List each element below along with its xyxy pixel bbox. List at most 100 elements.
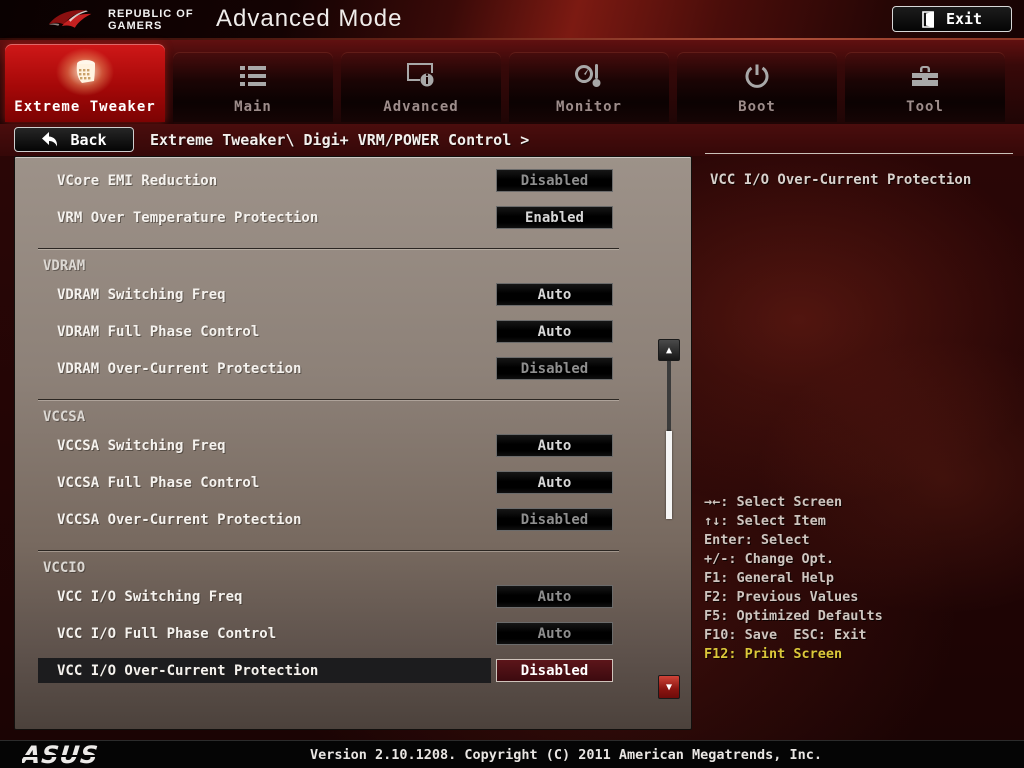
- setting-row[interactable]: VRM Over Temperature Protection Enabled: [15, 199, 691, 236]
- back-arrow-icon: [42, 132, 58, 147]
- setting-row[interactable]: VCCSA Full Phase Control Auto: [15, 464, 691, 501]
- extreme-tweaker-icon: [56, 44, 114, 99]
- shortcut-line: Enter: Select: [704, 532, 810, 548]
- tab-monitor[interactable]: Monitor: [509, 52, 669, 122]
- shortcut-line: F1: General Help: [704, 570, 835, 586]
- setting-value-button[interactable]: Auto: [496, 434, 613, 457]
- footer-bar: ASUS Version 2.10.1208. Copyright (C) 20…: [0, 740, 1024, 768]
- setting-row[interactable]: VCC I/O Switching Freq Auto: [15, 578, 691, 615]
- setting-label-wrap: VCC I/O Switching Freq: [38, 584, 491, 609]
- shortcut-line: F10: Save ESC: Exit: [704, 627, 867, 643]
- rog-eye-icon: [48, 10, 92, 28]
- shortcut-line: F2: Previous Values: [704, 589, 859, 605]
- setting-row[interactable]: VCC I/O Over-Current Protection Disabled: [15, 652, 691, 689]
- setting-label-wrap: VDRAM Over-Current Protection: [38, 356, 491, 381]
- setting-label-wrap: VCC I/O Full Phase Control: [38, 621, 491, 646]
- back-button[interactable]: Back: [14, 127, 134, 152]
- help-panel-top-line: [705, 153, 1013, 154]
- breadcrumb: Extreme Tweaker\ Digi+ VRM/POWER Control…: [150, 131, 530, 149]
- setting-label: VCCSA Over-Current Protection: [57, 511, 302, 528]
- setting-label-wrap: VDRAM Switching Freq: [38, 282, 491, 307]
- scrollbar-thumb[interactable]: [666, 431, 672, 519]
- settings-group-header: VDRAM: [43, 258, 86, 274]
- tab-extreme-tweaker[interactable]: Extreme Tweaker: [5, 44, 165, 122]
- setting-value-button[interactable]: Auto: [496, 585, 613, 608]
- asus-logo: ASUS: [22, 742, 132, 768]
- setting-row[interactable]: VCCSA Switching Freq Auto: [15, 427, 691, 464]
- back-label: Back: [70, 130, 107, 149]
- asus-logo-stripe: [22, 755, 132, 757]
- setting-label: VCCSA Switching Freq: [57, 437, 226, 454]
- setting-label: VCC I/O Switching Freq: [57, 588, 243, 605]
- top-header-bar: REPUBLIC OF GAMERS Advanced Mode Exit: [0, 0, 1024, 40]
- power-icon: [744, 52, 770, 99]
- setting-label: VCC I/O Full Phase Control: [57, 625, 277, 642]
- bios-advanced-mode-screen: REPUBLIC OF GAMERS Advanced Mode Exit Ex…: [0, 0, 1024, 768]
- setting-label-wrap: VCC I/O Over-Current Protection: [38, 658, 491, 683]
- setting-value-button[interactable]: Disabled: [496, 508, 613, 531]
- tab-label: Boot: [738, 99, 776, 115]
- setting-label-wrap: VCore EMI Reduction: [38, 168, 491, 193]
- setting-value-button[interactable]: Disabled: [496, 659, 613, 682]
- gauge-thermometer-icon: [574, 52, 604, 99]
- settings-group-header: VCCIO: [43, 560, 86, 576]
- setting-label: VRM Over Temperature Protection: [57, 209, 319, 226]
- settings-group-header: VCCSA: [43, 409, 86, 425]
- list-icon: [239, 52, 267, 99]
- separator: [38, 550, 619, 552]
- shortcut-line: F12: Print Screen: [704, 646, 843, 662]
- setting-label-wrap: VCCSA Switching Freq: [38, 433, 491, 458]
- shortcut-legend: →←: Select Screen ↑↓: Select Item Enter: S…: [704, 494, 883, 665]
- setting-row[interactable]: VDRAM Switching Freq Auto: [15, 276, 691, 313]
- mode-title: Advanced Mode: [216, 5, 403, 32]
- shortcut-line: ↑↓: Select Item: [704, 513, 826, 529]
- setting-label: VDRAM Full Phase Control: [57, 323, 260, 340]
- tab-label: Tool: [906, 99, 944, 115]
- tab-label: Extreme Tweaker: [14, 99, 156, 115]
- setting-row[interactable]: VDRAM Over-Current Protection Disabled: [15, 350, 691, 387]
- setting-value-button[interactable]: Auto: [496, 471, 613, 494]
- brand-line-1: REPUBLIC OF: [108, 8, 194, 20]
- setting-label: VCore EMI Reduction: [57, 172, 218, 189]
- setting-row[interactable]: VCCSA Over-Current Protection Disabled: [15, 501, 691, 538]
- setting-label-wrap: VCCSA Full Phase Control: [38, 470, 491, 495]
- exit-door-icon: [922, 10, 934, 28]
- setting-label: VCC I/O Over-Current Protection: [57, 662, 319, 679]
- setting-row[interactable]: VDRAM Full Phase Control Auto: [15, 313, 691, 350]
- tab-label: Monitor: [555, 99, 622, 115]
- toolbox-icon: [910, 52, 940, 99]
- shortcut-line: +/-: Change Opt.: [704, 551, 835, 567]
- setting-value-button[interactable]: Disabled: [496, 357, 613, 380]
- setting-value-button[interactable]: Enabled: [496, 206, 613, 229]
- setting-row[interactable]: VCC I/O Full Phase Control Auto: [15, 615, 691, 652]
- separator: [38, 248, 619, 250]
- setting-label-wrap: VRM Over Temperature Protection: [38, 205, 491, 230]
- shortcut-line: F5: Optimized Defaults: [704, 608, 883, 624]
- tab-main[interactable]: Main: [173, 52, 333, 122]
- scrollbar-down-button[interactable]: ▼: [658, 675, 680, 699]
- setting-label: VDRAM Switching Freq: [57, 286, 226, 303]
- menu-tab-bar: Extreme Tweaker Main Advanced Monitor Bo…: [0, 40, 1024, 124]
- setting-value-button[interactable]: Auto: [496, 622, 613, 645]
- exit-button[interactable]: Exit: [892, 6, 1012, 32]
- settings-panel: VCore EMI Reduction Disabled VRM Over Temp…: [14, 156, 692, 730]
- setting-value-button[interactable]: Disabled: [496, 169, 613, 192]
- help-panel-title: VCC I/O Over-Current Protection: [710, 172, 972, 188]
- scrollbar-up-button[interactable]: ▲: [658, 339, 680, 361]
- setting-label: VDRAM Over-Current Protection: [57, 360, 302, 377]
- content-area: VCore EMI Reduction Disabled VRM Over Temp…: [0, 156, 1024, 740]
- setting-label: VCCSA Full Phase Control: [57, 474, 260, 491]
- setting-value-button[interactable]: Auto: [496, 320, 613, 343]
- setting-value-button[interactable]: Auto: [496, 283, 613, 306]
- shortcut-line: →←: Select Screen: [704, 494, 843, 510]
- tab-boot[interactable]: Boot: [677, 52, 837, 122]
- scrollbar: ▲ ▼: [658, 339, 680, 699]
- tab-tool[interactable]: Tool: [845, 52, 1005, 122]
- screen-info-icon: [406, 52, 436, 99]
- setting-label-wrap: VDRAM Full Phase Control: [38, 319, 491, 344]
- tab-label: Advanced: [383, 99, 459, 115]
- setting-row[interactable]: VCore EMI Reduction Disabled: [15, 162, 691, 199]
- tab-advanced[interactable]: Advanced: [341, 52, 501, 122]
- settings-list: VCore EMI Reduction Disabled VRM Over Temp…: [15, 157, 691, 689]
- bios-version-text: Version 2.10.1208. Copyright (C) 2011 Am…: [310, 747, 823, 763]
